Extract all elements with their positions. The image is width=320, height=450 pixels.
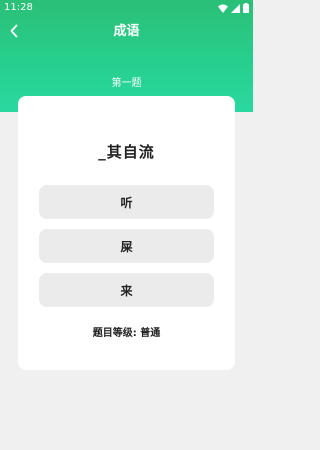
option-label: 听 xyxy=(120,195,133,210)
status-bar: 11:28 xyxy=(0,0,253,16)
difficulty-label: 题目等级: 普通 xyxy=(92,328,161,339)
question-card: _其自流 听 屎 来 题目等级: 普通 xyxy=(18,96,235,370)
option-button-1[interactable]: 听 xyxy=(39,185,214,219)
wifi-icon xyxy=(218,4,228,16)
option-button-2[interactable]: 屎 xyxy=(39,229,214,263)
status-time: 11:28 xyxy=(4,2,33,13)
question-number: 第一题 xyxy=(111,78,142,89)
option-label: 屎 xyxy=(120,239,133,254)
page-title: 成语 xyxy=(113,24,140,39)
idiom-question: _其自流 xyxy=(98,143,155,161)
status-icons xyxy=(218,3,249,16)
option-button-3[interactable]: 来 xyxy=(39,273,214,307)
battery-icon xyxy=(243,3,249,16)
option-label: 来 xyxy=(120,283,133,298)
signal-icon xyxy=(231,3,240,16)
